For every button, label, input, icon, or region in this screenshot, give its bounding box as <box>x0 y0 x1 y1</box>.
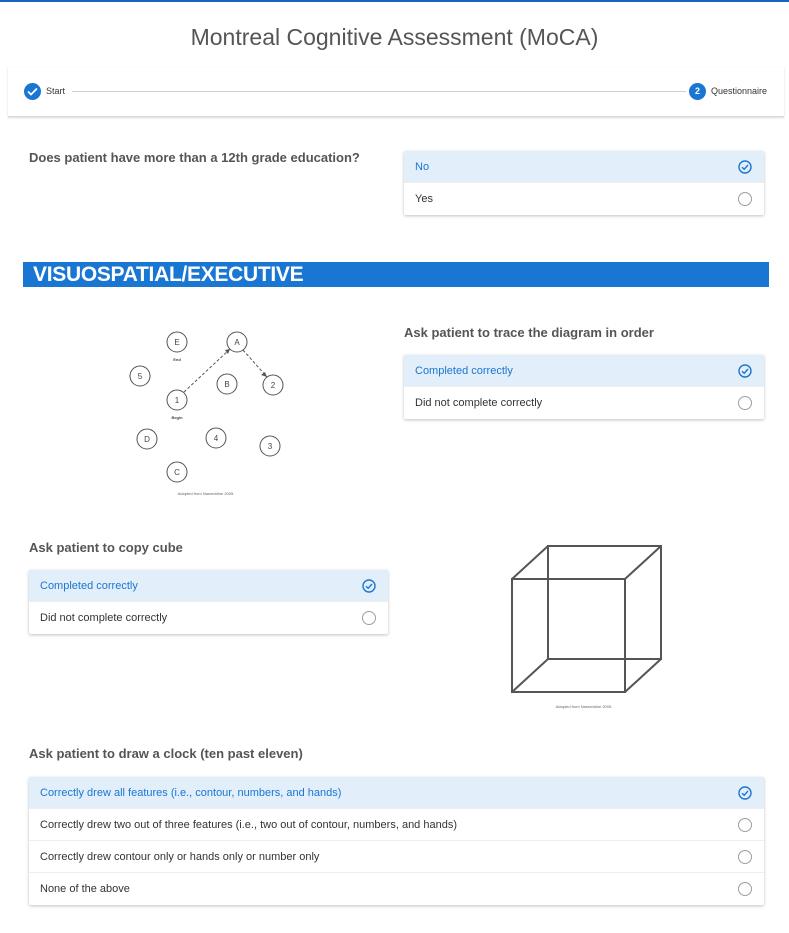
option-clock-one-feature[interactable]: Correctly drew contour only or hands onl… <box>29 841 764 873</box>
check-circle-icon <box>738 364 752 378</box>
option-label: Correctly drew contour only or hands onl… <box>40 851 320 863</box>
cube-options: Completed correctly Did not complete cor… <box>29 570 388 634</box>
radio-circle-icon <box>738 818 752 832</box>
check-circle-icon <box>362 579 376 593</box>
option-label: Completed correctly <box>40 580 138 592</box>
option-education-no[interactable]: No <box>404 151 764 183</box>
option-trace-completed[interactable]: Completed correctly <box>404 355 764 387</box>
option-education-yes[interactable]: Yes <box>404 183 764 215</box>
cube-figure: Adapted from Nasreddine 2005. <box>511 545 662 709</box>
step-start-label[interactable]: Start <box>46 86 65 96</box>
page-title: Montreal Cognitive Assessment (MoCA) <box>190 24 599 50</box>
option-label: Correctly drew two out of three features… <box>40 819 457 831</box>
question-clock: Ask patient to draw a clock (ten past el… <box>29 746 303 761</box>
option-label: Yes <box>415 193 433 205</box>
diagram-caption: Adapted from Nasreddine 2005. <box>178 491 235 496</box>
option-cube-not-completed[interactable]: Did not complete correctly <box>29 602 388 634</box>
trail-making-diagram: E A 5 B 2 1 D 4 3 C End Begin Adapted fr… <box>129 331 284 496</box>
node-5: 5 <box>138 372 143 381</box>
node-2: 2 <box>271 381 276 390</box>
option-label: No <box>415 161 430 173</box>
option-cube-completed[interactable]: Completed correctly <box>29 570 388 602</box>
option-clock-none[interactable]: None of the above <box>29 873 764 905</box>
section-title: VISUOSPATIAL/EXECUTIVE <box>33 263 304 286</box>
radio-circle-icon <box>738 850 752 864</box>
node-b: B <box>224 380 229 389</box>
stepper: Start 2 Questionnaire <box>8 67 784 117</box>
node-c: C <box>174 468 180 477</box>
step-start-check-icon[interactable] <box>24 83 41 100</box>
cube-caption: Adapted from Nasreddine 2005. <box>556 704 613 709</box>
node-begin-label: Begin <box>171 415 183 420</box>
node-4: 4 <box>214 434 219 443</box>
option-trace-not-completed[interactable]: Did not complete correctly <box>404 387 764 419</box>
option-clock-all-features[interactable]: Correctly drew all features (i.e., conto… <box>29 777 764 809</box>
step-questionnaire-number[interactable]: 2 <box>689 83 706 100</box>
option-label: Did not complete correctly <box>415 397 543 409</box>
clock-options: Correctly drew all features (i.e., conto… <box>29 777 764 905</box>
node-1: 1 <box>175 396 180 405</box>
step-questionnaire-label[interactable]: Questionnaire <box>711 86 767 96</box>
radio-circle-icon <box>738 192 752 206</box>
option-label: None of the above <box>40 883 130 895</box>
check-circle-icon <box>738 160 752 174</box>
node-a: A <box>234 338 240 347</box>
education-options: No Yes <box>404 151 764 215</box>
node-e: E <box>174 338 179 347</box>
question-trace: Ask patient to trace the diagram in orde… <box>404 325 654 340</box>
top-accent-line <box>0 0 789 2</box>
section-banner: VISUOSPATIAL/EXECUTIVE <box>23 262 769 287</box>
radio-circle-icon <box>738 882 752 896</box>
option-label: Did not complete correctly <box>40 612 168 624</box>
node-end-label: End <box>173 357 181 362</box>
node-3: 3 <box>268 442 273 451</box>
option-label: Completed correctly <box>415 365 513 377</box>
radio-circle-icon <box>738 396 752 410</box>
trace-options: Completed correctly Did not complete cor… <box>404 355 764 419</box>
node-d: D <box>144 435 150 444</box>
question-education: Does patient have more than a 12th grade… <box>29 150 360 165</box>
option-label: Correctly drew all features (i.e., conto… <box>40 787 342 799</box>
radio-circle-icon <box>362 611 376 625</box>
option-clock-two-features[interactable]: Correctly drew two out of three features… <box>29 809 764 841</box>
question-cube: Ask patient to copy cube <box>29 540 183 555</box>
stepper-connector <box>72 91 686 92</box>
check-circle-icon <box>738 786 752 800</box>
